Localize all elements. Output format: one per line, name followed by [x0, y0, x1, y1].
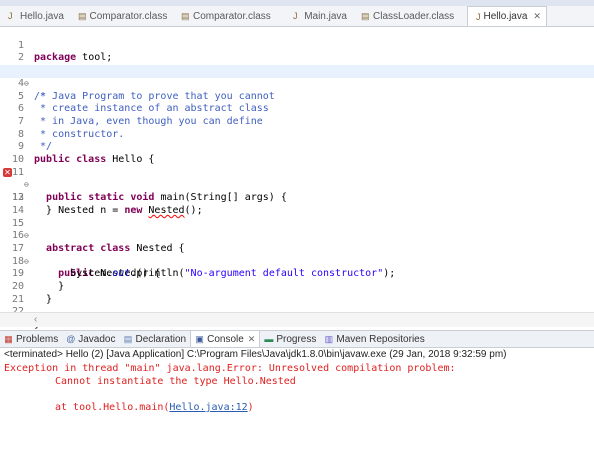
editor-tab-classloader-class[interactable]: ▤ ClassLoader.class	[353, 6, 461, 26]
code-line: 20 }	[0, 268, 594, 305]
tab-label: Console	[207, 333, 244, 345]
code-line: 8 */	[0, 116, 594, 153]
class-file-icon: ▤	[181, 11, 190, 21]
tab-maven-repositories[interactable]: ▥ Maven Repositories	[320, 331, 428, 347]
editor-tab-comparator-class-1[interactable]: ▤ Comparator.class	[70, 6, 173, 26]
editor-tab-label: Hello.java	[483, 11, 528, 22]
code-line: 5 * create instance of an abstract class	[0, 78, 594, 115]
editor-tab-label: Comparator.class	[193, 10, 271, 22]
java-file-icon: J	[476, 11, 481, 22]
editor-tab-hello-java-1[interactable]: J Hello.java	[0, 6, 70, 26]
class-file-icon: ▤	[361, 11, 370, 21]
progress-icon: ▬	[264, 333, 274, 344]
code-line: 7 * constructor.	[0, 103, 594, 140]
editor-tab-label: ClassLoader.class	[373, 10, 455, 22]
code-line: 19 }	[0, 256, 594, 292]
tab-console[interactable]: ▣ Console ✕	[190, 331, 261, 347]
maven-icon: ▥	[324, 333, 334, 344]
close-icon[interactable]: ✕	[533, 11, 541, 22]
java-file-icon: J	[8, 11, 13, 21]
console-text: at tool.Hello.main(	[55, 402, 170, 413]
editor-tab-label: Comparator.class	[89, 10, 168, 22]
console-line: at tool.Hello.main(Hello.java:12)	[4, 401, 462, 414]
editor-tab-label: Hello.java	[20, 10, 64, 22]
code-line-error: ✕ 12 Nested n = new Nested();	[0, 167, 594, 216]
code-line: 10	[0, 141, 594, 165]
editor-tab-main-java[interactable]: J Main.java	[285, 6, 353, 26]
console-icon: ▣	[195, 333, 204, 344]
class-file-icon: ▤	[78, 11, 87, 21]
javadoc-icon: @	[66, 333, 76, 344]
tab-label: Maven Repositories	[336, 333, 425, 345]
tab-javadoc[interactable]: @ Javadoc	[62, 331, 119, 347]
code-line: 9 public class Hello {	[0, 129, 594, 165]
tab-label: Javadoc	[78, 333, 116, 345]
views-tab-bar: ▦ Problems @ Javadoc ▤ Declaration ▣ Con…	[0, 330, 594, 348]
console-text: Cannot instantiate the type Hello.Nested	[55, 376, 296, 387]
editor-tab-hello-java-active[interactable]: J Hello.java ✕	[467, 6, 547, 26]
error-marker-icon[interactable]: ✕	[3, 167, 12, 177]
code-line: 21	[0, 281, 594, 305]
console-output[interactable]: Exception in thread "main" java.lang.Err…	[4, 362, 462, 414]
console-line: Exception in thread "main" java.lang.Err…	[4, 363, 462, 374]
tab-label: Progress	[276, 333, 317, 345]
code-line: 11 ⊖ public static void main(String[] ar…	[0, 154, 594, 203]
editor-tab-label: Main.java	[304, 10, 347, 22]
tab-declaration[interactable]: ▤ Declaration	[120, 331, 191, 347]
console-text: )	[247, 402, 254, 413]
code-line-current: 4 * Java Program to prove that you canno…	[0, 65, 594, 102]
code-line: 6 * in Java, even though you can define	[0, 91, 594, 127]
java-file-icon: J	[293, 11, 298, 21]
tab-label: Declaration	[135, 333, 187, 345]
declaration-icon: ▤	[123, 333, 133, 344]
code-line: 15 ⊖ abstract class Nested {	[0, 205, 594, 254]
stacktrace-link[interactable]: Hello.java:12	[169, 402, 247, 413]
editor-tab-bar: J Hello.java ▤ Comparator.class ▤ Compar…	[0, 6, 594, 27]
code-line: 2	[0, 40, 594, 63]
code-line: 1 package tool;	[0, 27, 594, 64]
code-line: 13 }	[0, 179, 594, 216]
code-line: 17 ⊖ public Nested() {	[0, 230, 594, 279]
editor-tab-comparator-class-2[interactable]: ▤ Comparator.class	[173, 6, 285, 26]
tab-problems[interactable]: ▦ Problems	[0, 331, 62, 347]
tab-progress[interactable]: ▬ Progress	[260, 331, 320, 347]
scroll-left-icon[interactable]: ‹	[34, 314, 37, 325]
tab-label: Problems	[16, 333, 59, 345]
code-line: 18 System.out.println("No-argument defau…	[0, 243, 594, 280]
console-status-line: <terminated> Hello (2) [Java Application…	[4, 349, 507, 360]
code-editor[interactable]: 1 package tool; 2 3 ⊖ /* 4 * Java Progra…	[0, 27, 594, 330]
close-icon[interactable]: ✕	[248, 334, 256, 345]
console-line: Cannot instantiate the type Hello.Nested	[4, 375, 462, 388]
problems-icon: ▦	[4, 333, 13, 344]
code-line: 16	[0, 218, 594, 241]
horizontal-scrollbar[interactable]: ‹	[0, 312, 594, 327]
code-line: 14	[0, 192, 594, 216]
code-line: 22 }	[0, 294, 594, 330]
code-line: 3 ⊖ /*	[0, 52, 594, 101]
